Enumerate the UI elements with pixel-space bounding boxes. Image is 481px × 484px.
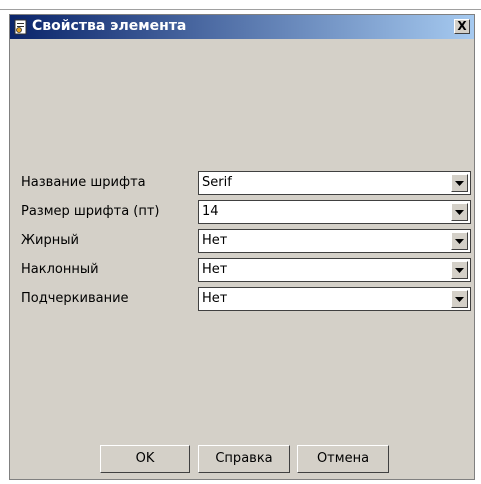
close-button[interactable]: X	[454, 19, 470, 34]
close-icon: X	[457, 19, 467, 33]
help-button[interactable]: Справка	[198, 445, 290, 473]
chevron-down-icon[interactable]	[451, 290, 468, 308]
chevron-down-icon[interactable]	[451, 232, 468, 250]
field-row-italic: Наклонный Нет	[10, 258, 474, 282]
bold-select[interactable]: Нет	[198, 229, 471, 253]
top-separator	[0, 0, 481, 10]
chevron-down-icon[interactable]	[451, 261, 468, 279]
font-size-select[interactable]: 14	[198, 200, 471, 224]
field-row-bold: Жирный Нет	[10, 229, 474, 253]
field-row-font-size: Размер шрифта (пт) 14	[10, 200, 474, 224]
cancel-button[interactable]: Отмена	[297, 445, 389, 473]
bold-value: Нет	[202, 233, 228, 248]
font-size-value: 14	[202, 204, 219, 219]
ok-button[interactable]: OK	[100, 445, 190, 473]
element-properties-dialog: Свойства элемента X Название шрифта Seri…	[9, 14, 475, 480]
document-icon	[14, 19, 28, 35]
font-name-value: Serif	[202, 175, 232, 190]
italic-label: Наклонный	[21, 262, 99, 277]
chevron-down-icon[interactable]	[451, 174, 468, 192]
underline-select[interactable]: Нет	[198, 287, 471, 311]
italic-select[interactable]: Нет	[198, 258, 471, 282]
font-name-label: Название шрифта	[21, 175, 146, 190]
italic-value: Нет	[202, 262, 228, 277]
underline-label: Подчеркивание	[21, 291, 129, 306]
font-size-label: Размер шрифта (пт)	[21, 204, 160, 219]
dialog-title: Свойства элемента	[32, 18, 187, 34]
chevron-down-icon[interactable]	[451, 203, 468, 221]
title-bar[interactable]: Свойства элемента X	[10, 15, 474, 39]
underline-value: Нет	[202, 291, 228, 306]
field-row-font-name: Название шрифта Serif	[10, 171, 474, 195]
field-row-underline: Подчеркивание Нет	[10, 287, 474, 311]
font-name-select[interactable]: Serif	[198, 171, 471, 195]
bold-label: Жирный	[21, 233, 79, 248]
